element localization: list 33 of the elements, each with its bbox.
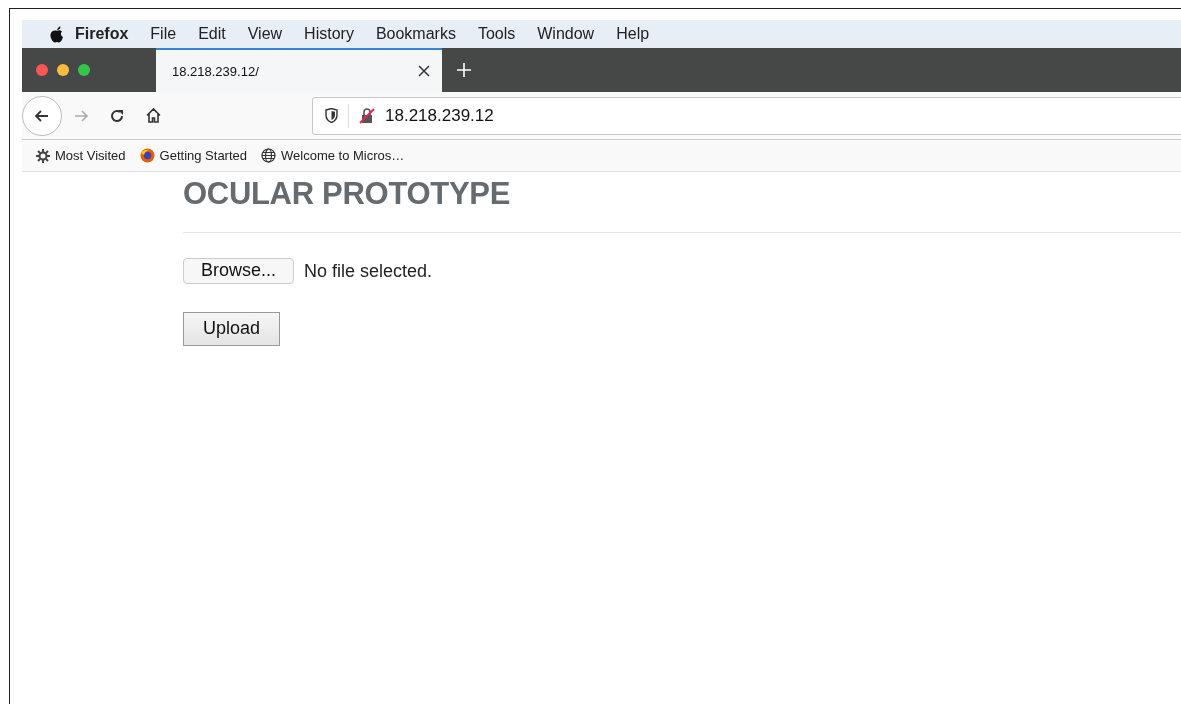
menu-item[interactable]: View [236, 25, 294, 43]
menu-item[interactable]: History [293, 25, 365, 43]
gear-icon [36, 148, 50, 163]
app-menu[interactable]: Firefox [64, 25, 140, 43]
new-tab-button[interactable] [456, 62, 472, 78]
address-bar[interactable]: 18.218.239.12 [312, 96, 1181, 135]
browser-tab[interactable]: 18.218.239.12/ [156, 48, 442, 92]
firefox-logo-icon [139, 148, 155, 163]
bookmark-item[interactable]: Getting Started [139, 148, 248, 163]
menu-item[interactable]: Bookmarks [364, 25, 467, 43]
insecure-lock-icon[interactable] [359, 107, 375, 124]
file-status: No file selected. [304, 260, 433, 282]
url-text: 18.218.239.12 [385, 105, 494, 126]
back-button[interactable] [22, 95, 62, 136]
bookmark-item[interactable]: Most Visited [36, 148, 126, 163]
home-icon [144, 107, 162, 124]
zoom-window-icon[interactable] [78, 64, 90, 76]
apple-logo-icon[interactable] [50, 25, 64, 43]
globe-icon [261, 148, 277, 163]
upload-button[interactable]: Upload [183, 312, 281, 346]
browse-button[interactable]: Browse... [183, 258, 295, 284]
minimize-window-icon[interactable] [57, 64, 69, 76]
menu-item[interactable]: File [139, 25, 188, 43]
bookmark-item[interactable]: Welcome to Micros… [261, 148, 405, 163]
page-heading: OCULAR PROTOTYPE [183, 176, 1181, 233]
shield-icon[interactable] [325, 108, 338, 123]
menu-item[interactable]: Help [605, 25, 661, 43]
reload-icon [109, 107, 125, 124]
menu-item[interactable]: Edit [187, 25, 237, 43]
menu-item[interactable]: Tools [466, 25, 527, 43]
menu-item[interactable]: Window [526, 25, 606, 43]
close-window-icon[interactable] [36, 64, 48, 76]
close-tab-button[interactable] [418, 65, 430, 77]
